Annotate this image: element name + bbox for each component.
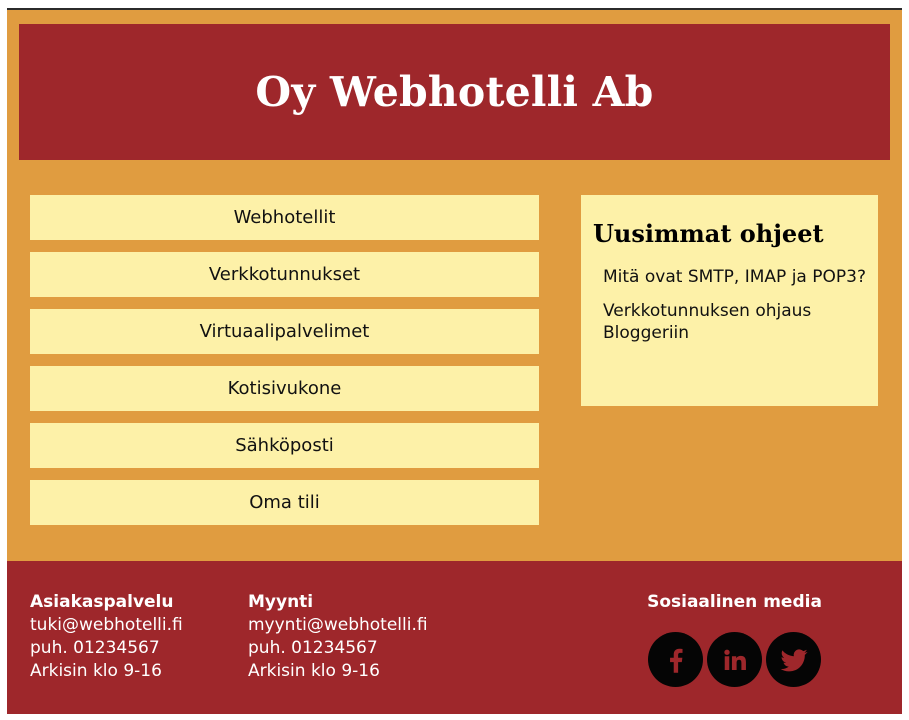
site-header: Oy Webhotelli Ab bbox=[19, 24, 890, 160]
facebook-icon[interactable] bbox=[648, 632, 703, 687]
customer-service-email: tuki@webhotelli.fi bbox=[30, 615, 183, 635]
linkedin-icon[interactable] bbox=[707, 632, 762, 687]
main-nav: Webhotellit Verkkotunnukset Virtuaalipal… bbox=[30, 195, 539, 537]
social-media-title: Sosiaalinen media bbox=[647, 592, 822, 612]
page-frame: Oy Webhotelli Ab Webhotellit Verkkotunnu… bbox=[7, 8, 902, 714]
customer-service-phone: puh. 01234567 bbox=[30, 638, 160, 658]
nav-item-oma-tili[interactable]: Oma tili bbox=[30, 480, 539, 525]
site-title: Oy Webhotelli Ab bbox=[255, 68, 654, 116]
sales-email: myynti@webhotelli.fi bbox=[248, 615, 428, 635]
latest-guides-panel: Uusimmat ohjeet Mitä ovat SMTP, IMAP ja … bbox=[581, 195, 878, 406]
nav-item-sahkoposti[interactable]: Sähköposti bbox=[30, 423, 539, 468]
customer-service-hours: Arkisin klo 9-16 bbox=[30, 661, 162, 681]
sales-phone: puh. 01234567 bbox=[248, 638, 378, 658]
latest-guides-list: Mitä ovat SMTP, IMAP ja POP3? Verkkotunn… bbox=[593, 266, 866, 344]
guide-link[interactable]: Verkkotunnuksen ohjaus Bloggeriin bbox=[603, 300, 866, 344]
sales-hours: Arkisin klo 9-16 bbox=[248, 661, 380, 681]
sales-title: Myynti bbox=[248, 592, 314, 612]
nav-item-verkkotunnukset[interactable]: Verkkotunnukset bbox=[30, 252, 539, 297]
social-media: Sosiaalinen media bbox=[647, 591, 822, 687]
twitter-icon[interactable] bbox=[766, 632, 821, 687]
latest-guides-title: Uusimmat ohjeet bbox=[593, 219, 824, 248]
nav-item-virtuaalipalvelimet[interactable]: Virtuaalipalvelimet bbox=[30, 309, 539, 354]
nav-item-webhotellit[interactable]: Webhotellit bbox=[30, 195, 539, 240]
site-footer: Asiakaspalvelu tuki@webhotelli.fi puh. 0… bbox=[7, 561, 902, 714]
social-icons bbox=[647, 632, 822, 687]
nav-item-kotisivukone[interactable]: Kotisivukone bbox=[30, 366, 539, 411]
guide-link[interactable]: Mitä ovat SMTP, IMAP ja POP3? bbox=[603, 266, 866, 288]
customer-service-contact: Asiakaspalvelu tuki@webhotelli.fi puh. 0… bbox=[30, 591, 183, 683]
sales-contact: Myynti myynti@webhotelli.fi puh. 0123456… bbox=[248, 591, 428, 683]
customer-service-title: Asiakaspalvelu bbox=[30, 592, 174, 612]
